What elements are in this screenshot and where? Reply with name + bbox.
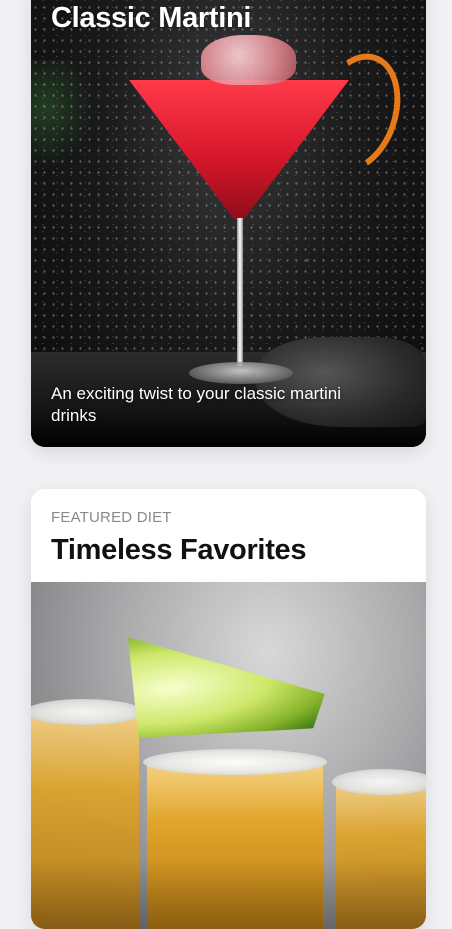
timeless-favorites-card[interactable]: FEATURED DIET Timeless Favorites <box>31 489 426 929</box>
salt-rim <box>31 699 143 725</box>
card-eyebrow: FEATURED DIET <box>51 509 172 526</box>
card-title: Timeless Favorites <box>51 534 307 566</box>
salt-rim <box>143 749 327 775</box>
card-header: FEATURED DIET Timeless Favorites <box>31 489 426 582</box>
martini-glass-stem <box>237 218 243 366</box>
martini-glass-foot <box>189 362 293 384</box>
image-fade <box>31 859 426 929</box>
shaved-ice <box>201 35 296 85</box>
classic-martini-card[interactable]: Classic Martini An exciting twist to you… <box>31 0 426 447</box>
card-title: Classic Martini <box>51 2 252 34</box>
card-description: An exciting twist to your classic martin… <box>51 384 342 425</box>
martini-image <box>31 0 426 447</box>
lime-wedge <box>128 617 328 746</box>
salt-rim <box>332 769 426 795</box>
tequila-shots-image <box>31 582 426 929</box>
